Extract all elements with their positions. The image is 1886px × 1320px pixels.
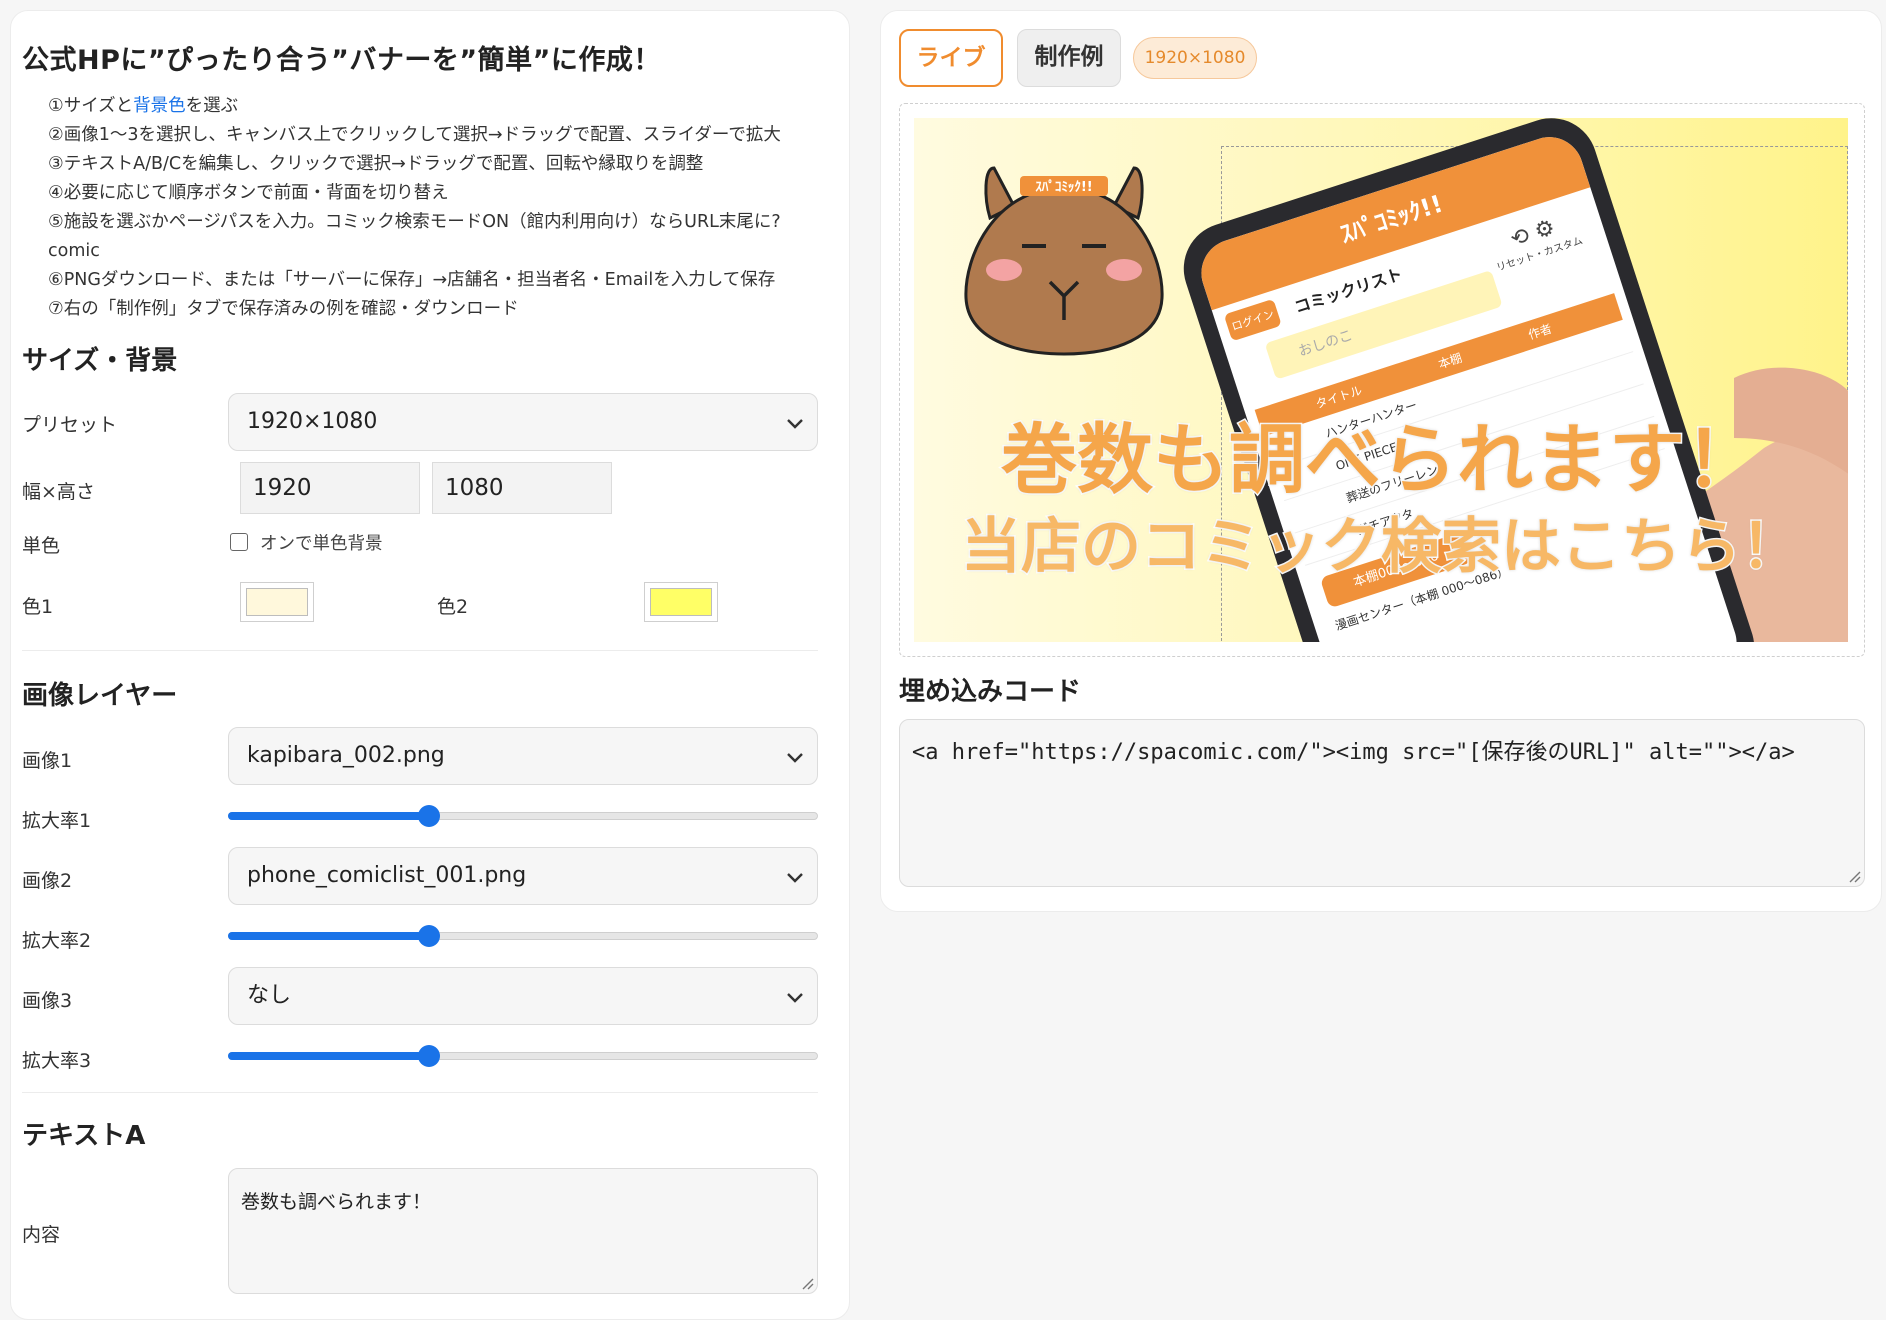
size-section-title: サイズ・背景 (22, 346, 178, 376)
step-1: ①サイズと背景色を選ぶ (48, 96, 239, 116)
resize-grip-icon[interactable] (800, 1276, 814, 1290)
banner-text-a[interactable]: 巻数も調べられます！ (914, 398, 1848, 508)
image2-select[interactable]: phone_comiclist_001.png (228, 847, 818, 905)
solid-color-checkbox[interactable] (230, 533, 248, 551)
canvas-frame: ｽﾊﾟｺﾐｯｸ!! ログイン コミックリスト ⟲ ⚙ リセット・カスタム おしの… (899, 103, 1865, 657)
step-4: ④必要に応じて順序ボタンで前面・背面を切り替え (48, 183, 449, 203)
image3-label: 画像3 (22, 990, 73, 1012)
color2-picker[interactable] (644, 582, 718, 622)
divider (22, 1092, 818, 1093)
chevron-down-icon (787, 753, 803, 763)
step-5: ⑤施設を選ぶかページパスを入力。コミック検索モードON（館内利用向け）ならURL… (48, 212, 781, 261)
svg-text:ｽﾊﾟｺﾐｯｸ!!: ｽﾊﾟｺﾐｯｸ!! (1035, 179, 1092, 195)
image3-select[interactable]: なし (228, 967, 818, 1025)
capybara-image: ｽﾊﾟｺﾐｯｸ!! (964, 166, 1164, 356)
scale3-label: 拡大率3 (22, 1050, 92, 1072)
banner-text-b[interactable]: 当店のコミック検索はこちら！ (914, 498, 1848, 585)
embed-code-textarea[interactable]: <a href="https://spacomic.com/"><img src… (899, 719, 1865, 887)
divider (22, 650, 818, 651)
text-a-content-label: 内容 (22, 1224, 61, 1246)
solid-label: 単色 (22, 535, 61, 557)
slider-thumb[interactable] (418, 805, 440, 827)
tab-live[interactable]: ライブ (899, 29, 1003, 87)
solid-color-checkbox-label: オンで単色背景 (260, 534, 383, 554)
height-input[interactable]: 1080 (432, 462, 612, 514)
scale3-slider[interactable] (228, 1044, 818, 1068)
embed-code-title: 埋め込みコード (899, 677, 1082, 707)
image2-label: 画像2 (22, 870, 73, 892)
chevron-down-icon (787, 419, 803, 429)
width-height-label: 幅×高さ (22, 481, 95, 503)
image1-label: 画像1 (22, 750, 73, 772)
image-section-title: 画像レイヤー (22, 681, 178, 711)
step-3: ③テキストA/B/Cを編集し、クリックで選択→ドラッグで配置、回転や縁取りを調整 (48, 154, 704, 174)
chevron-down-icon (787, 873, 803, 883)
preset-select[interactable]: 1920×1080 (228, 393, 818, 451)
scale2-label: 拡大率2 (22, 930, 92, 952)
banner-canvas[interactable]: ｽﾊﾟｺﾐｯｸ!! ログイン コミックリスト ⟲ ⚙ リセット・カスタム おしの… (914, 118, 1848, 642)
color2-swatch (650, 588, 712, 616)
text-a-section-title: テキストA (22, 1121, 146, 1151)
chevron-down-icon (787, 993, 803, 1003)
scale2-slider[interactable] (228, 924, 818, 948)
slider-thumb[interactable] (418, 925, 440, 947)
step-6: ⑥PNGダウンロード、または「サーバーに保存」→店舗名・担当者名・Emailを入… (48, 270, 776, 290)
resize-grip-icon[interactable] (1847, 869, 1861, 883)
scale1-slider[interactable] (228, 804, 818, 828)
color2-label: 色2 (437, 596, 469, 618)
page-title: 公式HPに”ぴったり合う”バナーを”簡単”に作成！ (22, 45, 661, 76)
step-7: ⑦右の「制作例」タブで保存済みの例を確認・ダウンロード (48, 299, 519, 319)
color1-label: 色1 (22, 596, 54, 618)
color1-picker[interactable] (240, 582, 314, 622)
step-2: ②画像1〜3を選択し、キャンバス上でクリックして選択→ドラッグで配置、スライダー… (48, 125, 781, 145)
text-a-content-input[interactable]: 巻数も調べられます！ (228, 1168, 818, 1294)
preset-label: プリセット (22, 414, 118, 436)
instruction-steps: ①サイズと背景色を選ぶ ②画像1〜3を選択し、キャンバス上でクリックして選択→ド… (48, 92, 828, 324)
image1-select[interactable]: kapibara_002.png (228, 727, 818, 785)
slider-thumb[interactable] (418, 1045, 440, 1067)
preview-panel: ライブ 制作例 1920×1080 ｽﾊﾟｺﾐｯｸ!! ログイン コミックリスト… (880, 10, 1882, 912)
scale1-label: 拡大率1 (22, 810, 92, 832)
tab-works[interactable]: 制作例 (1017, 29, 1121, 87)
width-input[interactable]: 1920 (240, 462, 420, 514)
color1-swatch (246, 588, 308, 616)
size-badge: 1920×1080 (1133, 37, 1257, 79)
